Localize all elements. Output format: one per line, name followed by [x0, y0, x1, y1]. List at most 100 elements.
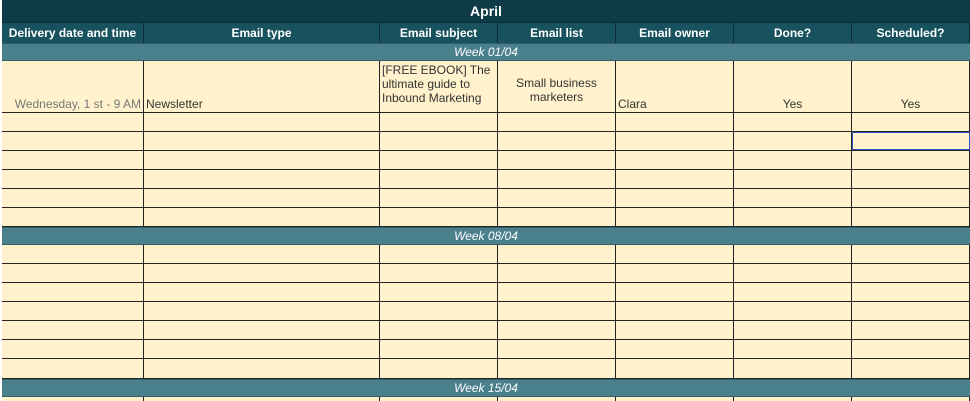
cell[interactable]	[144, 113, 380, 131]
cell[interactable]	[380, 170, 498, 188]
cell[interactable]	[852, 321, 970, 339]
cell[interactable]	[498, 245, 616, 263]
cell[interactable]	[852, 170, 970, 188]
col-header-delivery[interactable]: Delivery date and time	[2, 23, 144, 43]
cell[interactable]	[144, 170, 380, 188]
cell[interactable]	[734, 264, 852, 282]
cell[interactable]	[380, 113, 498, 131]
cell[interactable]	[2, 170, 144, 188]
cell[interactable]	[380, 302, 498, 320]
cell-email-subject[interactable]: [FREE EBOOK] The ultimate guide to Inbou…	[380, 61, 498, 112]
cell[interactable]	[734, 245, 852, 263]
cell[interactable]	[2, 283, 144, 301]
cell[interactable]	[616, 189, 734, 207]
cell-scheduled[interactable]: Yes	[852, 61, 970, 112]
cell[interactable]	[616, 264, 734, 282]
cell-done[interactable]: Yes	[734, 61, 852, 112]
cell[interactable]	[734, 189, 852, 207]
cell[interactable]	[734, 113, 852, 131]
cell[interactable]	[380, 264, 498, 282]
cell[interactable]	[498, 208, 616, 226]
col-header-email-type[interactable]: Email type	[144, 23, 380, 43]
col-header-scheduled[interactable]: Scheduled?	[852, 23, 970, 43]
cell[interactable]	[144, 208, 380, 226]
cell[interactable]	[2, 151, 144, 169]
cell[interactable]	[734, 208, 852, 226]
cell-email-owner[interactable]: Clara	[616, 61, 734, 112]
cell[interactable]	[2, 189, 144, 207]
cell[interactable]	[734, 132, 852, 150]
cell[interactable]	[144, 245, 380, 263]
col-header-email-subject[interactable]: Email subject	[380, 23, 498, 43]
cell[interactable]	[2, 359, 144, 378]
cell[interactable]	[144, 359, 380, 378]
cell[interactable]	[144, 397, 380, 401]
cell[interactable]	[2, 340, 144, 358]
cell[interactable]	[2, 132, 144, 150]
cell[interactable]	[380, 359, 498, 378]
cell[interactable]	[734, 283, 852, 301]
cell[interactable]	[380, 208, 498, 226]
cell[interactable]	[144, 151, 380, 169]
cell[interactable]	[852, 302, 970, 320]
cell[interactable]	[734, 321, 852, 339]
cell[interactable]	[498, 151, 616, 169]
cell[interactable]	[852, 189, 970, 207]
cell[interactable]	[2, 264, 144, 282]
cell[interactable]	[852, 340, 970, 358]
cell[interactable]	[498, 264, 616, 282]
cell[interactable]	[380, 321, 498, 339]
cell[interactable]	[380, 151, 498, 169]
cell[interactable]	[498, 283, 616, 301]
cell[interactable]	[852, 113, 970, 131]
cell[interactable]	[734, 340, 852, 358]
cell[interactable]	[144, 302, 380, 320]
cell[interactable]	[852, 208, 970, 226]
cell[interactable]	[498, 340, 616, 358]
cell[interactable]	[380, 132, 498, 150]
cell[interactable]	[734, 170, 852, 188]
cell[interactable]	[144, 264, 380, 282]
cell[interactable]	[498, 397, 616, 401]
selected-cell[interactable]	[852, 132, 970, 150]
cell[interactable]	[616, 397, 734, 401]
cell[interactable]	[734, 397, 852, 401]
cell[interactable]	[852, 283, 970, 301]
cell[interactable]	[616, 113, 734, 131]
cell[interactable]	[144, 340, 380, 358]
cell[interactable]	[616, 170, 734, 188]
cell[interactable]	[616, 302, 734, 320]
col-header-email-owner[interactable]: Email owner	[616, 23, 734, 43]
cell[interactable]	[498, 132, 616, 150]
cell[interactable]	[380, 283, 498, 301]
cell[interactable]	[498, 170, 616, 188]
cell[interactable]	[144, 189, 380, 207]
cell[interactable]	[852, 151, 970, 169]
cell[interactable]	[498, 359, 616, 378]
cell[interactable]	[498, 302, 616, 320]
cell[interactable]	[380, 189, 498, 207]
cell[interactable]	[2, 208, 144, 226]
cell[interactable]	[2, 321, 144, 339]
cell-email-list[interactable]: Small business marketers	[498, 61, 616, 112]
cell[interactable]	[852, 245, 970, 263]
cell[interactable]	[616, 321, 734, 339]
cell[interactable]	[616, 359, 734, 378]
cell[interactable]	[616, 208, 734, 226]
cell[interactable]	[616, 151, 734, 169]
cell[interactable]	[2, 113, 144, 131]
cell[interactable]	[616, 283, 734, 301]
cell[interactable]	[144, 283, 380, 301]
cell[interactable]	[498, 113, 616, 131]
cell[interactable]	[144, 321, 380, 339]
cell[interactable]	[734, 151, 852, 169]
cell[interactable]	[2, 397, 144, 401]
cell[interactable]	[498, 189, 616, 207]
col-header-done[interactable]: Done?	[734, 23, 852, 43]
cell[interactable]	[852, 359, 970, 378]
cell[interactable]	[2, 245, 144, 263]
cell[interactable]	[852, 397, 970, 401]
cell[interactable]	[498, 321, 616, 339]
cell-email-type[interactable]: Newsletter	[144, 61, 380, 112]
cell[interactable]	[616, 245, 734, 263]
